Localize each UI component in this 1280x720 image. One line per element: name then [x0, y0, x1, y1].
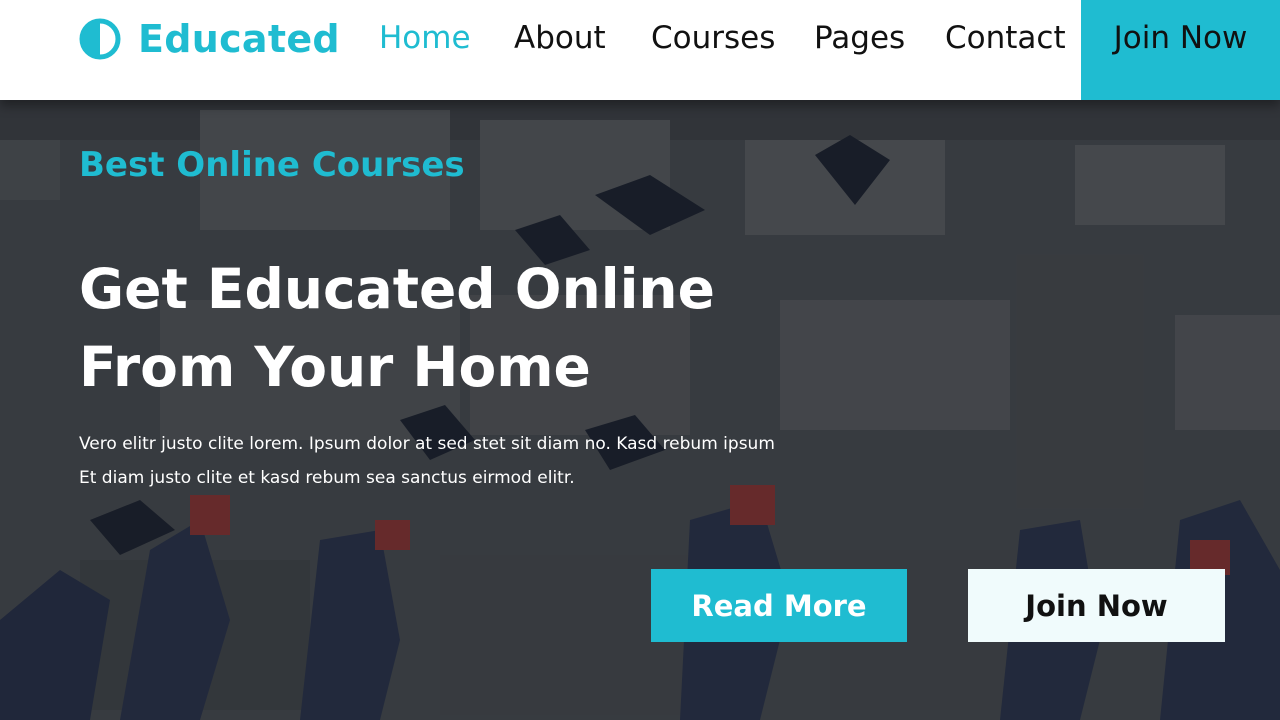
hero-description-line-1: Vero elitr justo clite lorem. Ipsum dolo…	[79, 434, 775, 454]
brand-logo[interactable]: Educated	[78, 16, 340, 62]
join-now-button[interactable]: Join Now	[968, 569, 1225, 642]
brand-name: Educated	[138, 17, 340, 61]
hero-headline-line-2: From Your Home	[79, 335, 591, 399]
navbar: Educated Home About Courses Pages Contac…	[0, 0, 1280, 100]
nav-pages[interactable]: Pages	[814, 20, 905, 56]
hero-headline: Get Educated Online From Your Home	[79, 250, 839, 406]
nav-courses[interactable]: Courses	[651, 20, 775, 56]
nav-contact[interactable]: Contact	[945, 20, 1066, 56]
hero-description-line-2: Et diam justo clite et kasd rebum sea sa…	[79, 468, 575, 488]
nav-about[interactable]: About	[514, 20, 606, 56]
hero-description: Vero elitr justo clite lorem. Ipsum dolo…	[79, 427, 839, 495]
read-more-button[interactable]: Read More	[651, 569, 907, 642]
half-circle-icon	[79, 18, 121, 60]
nav-home[interactable]: Home	[379, 20, 471, 56]
hero-headline-line-1: Get Educated Online	[79, 257, 715, 321]
hero-eyebrow: Best Online Courses	[79, 145, 465, 185]
hero-section: Best Online Courses Get Educated Online …	[0, 100, 1280, 720]
join-now-nav-button[interactable]: Join Now	[1081, 0, 1280, 100]
